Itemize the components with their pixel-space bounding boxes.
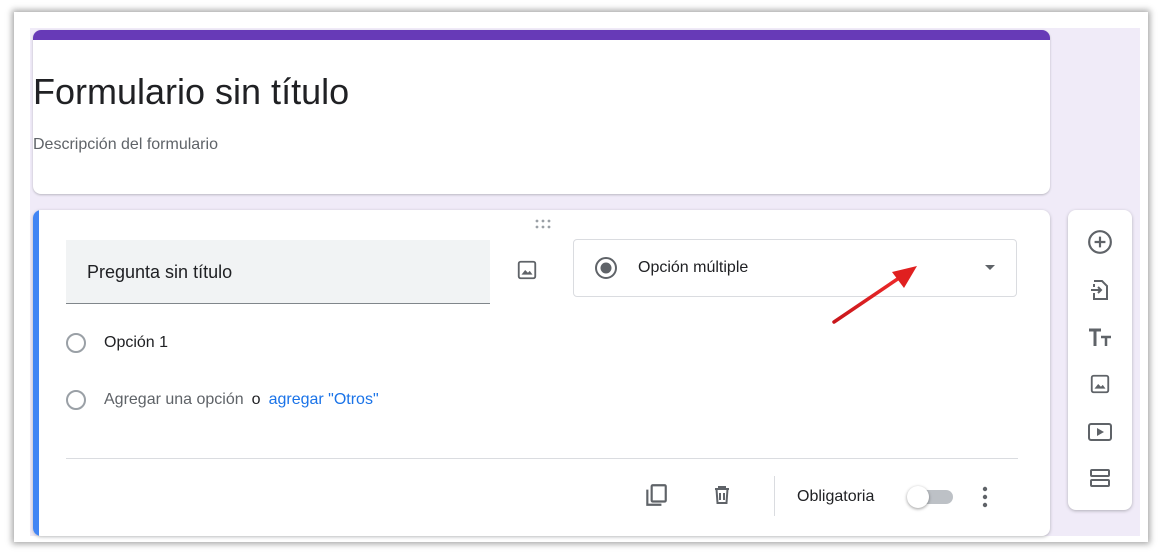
form-description[interactable]: Descripción del formulario — [33, 136, 218, 154]
frame-border-right — [1140, 12, 1148, 542]
radio-button-checked-icon — [595, 257, 617, 279]
question-type-select[interactable]: Opción múltiple — [573, 239, 1017, 297]
title-text-icon — [1089, 328, 1111, 346]
question-title-input[interactable]: Pregunta sin título — [66, 240, 490, 304]
add-question-button[interactable] — [1084, 226, 1116, 258]
or-separator: o — [251, 391, 261, 408]
footer-separator — [774, 476, 775, 516]
frame-border-left — [14, 12, 30, 542]
add-option-row: Agregar una opción o agregar "Otros" — [66, 390, 379, 410]
copy-icon — [646, 484, 667, 506]
add-image-tool-button[interactable] — [1084, 368, 1116, 400]
trash-icon — [715, 486, 729, 504]
add-title-button[interactable] — [1084, 322, 1116, 354]
radio-circle-icon — [66, 333, 86, 353]
toggle-thumb — [907, 486, 929, 508]
option-item[interactable]: Opción 1 — [66, 333, 168, 353]
image-icon — [1090, 374, 1110, 394]
more-options-button[interactable] — [973, 482, 997, 512]
delete-button[interactable] — [707, 480, 737, 510]
duplicate-button[interactable] — [641, 480, 671, 510]
required-toggle[interactable] — [907, 485, 957, 509]
form-title[interactable]: Formulario sin título — [33, 70, 349, 114]
import-questions-button[interactable] — [1084, 274, 1116, 306]
chevron-down-icon — [985, 265, 995, 270]
more-vert-icon — [982, 486, 988, 508]
question-focus-bar — [33, 210, 39, 536]
side-toolbar — [1068, 210, 1132, 510]
import-icon — [1091, 280, 1108, 300]
header-accent-bar — [33, 30, 1050, 40]
add-other-link[interactable]: agregar "Otros" — [269, 391, 379, 409]
question-title-text: Pregunta sin título — [87, 262, 233, 282]
radio-circle-icon — [66, 390, 86, 410]
option-label[interactable]: Opción 1 — [104, 334, 168, 352]
add-option-input[interactable]: Agregar una opción — [104, 391, 244, 409]
add-section-button[interactable] — [1084, 462, 1116, 494]
drag-handle-icon[interactable] — [533, 218, 553, 230]
annotation-arrow-icon — [832, 266, 917, 324]
frame-border-top — [14, 12, 1148, 28]
section-icon — [1090, 469, 1110, 487]
required-label: Obligatoria — [797, 488, 875, 505]
frame-border-bottom — [14, 536, 1148, 542]
add-circle-icon — [1088, 230, 1112, 254]
add-image-button[interactable] — [511, 254, 543, 286]
question-type-label: Opción múltiple — [638, 259, 749, 276]
footer-divider — [66, 458, 1018, 459]
image-icon — [517, 260, 537, 280]
add-video-button[interactable] — [1084, 416, 1116, 448]
video-icon — [1088, 423, 1112, 441]
